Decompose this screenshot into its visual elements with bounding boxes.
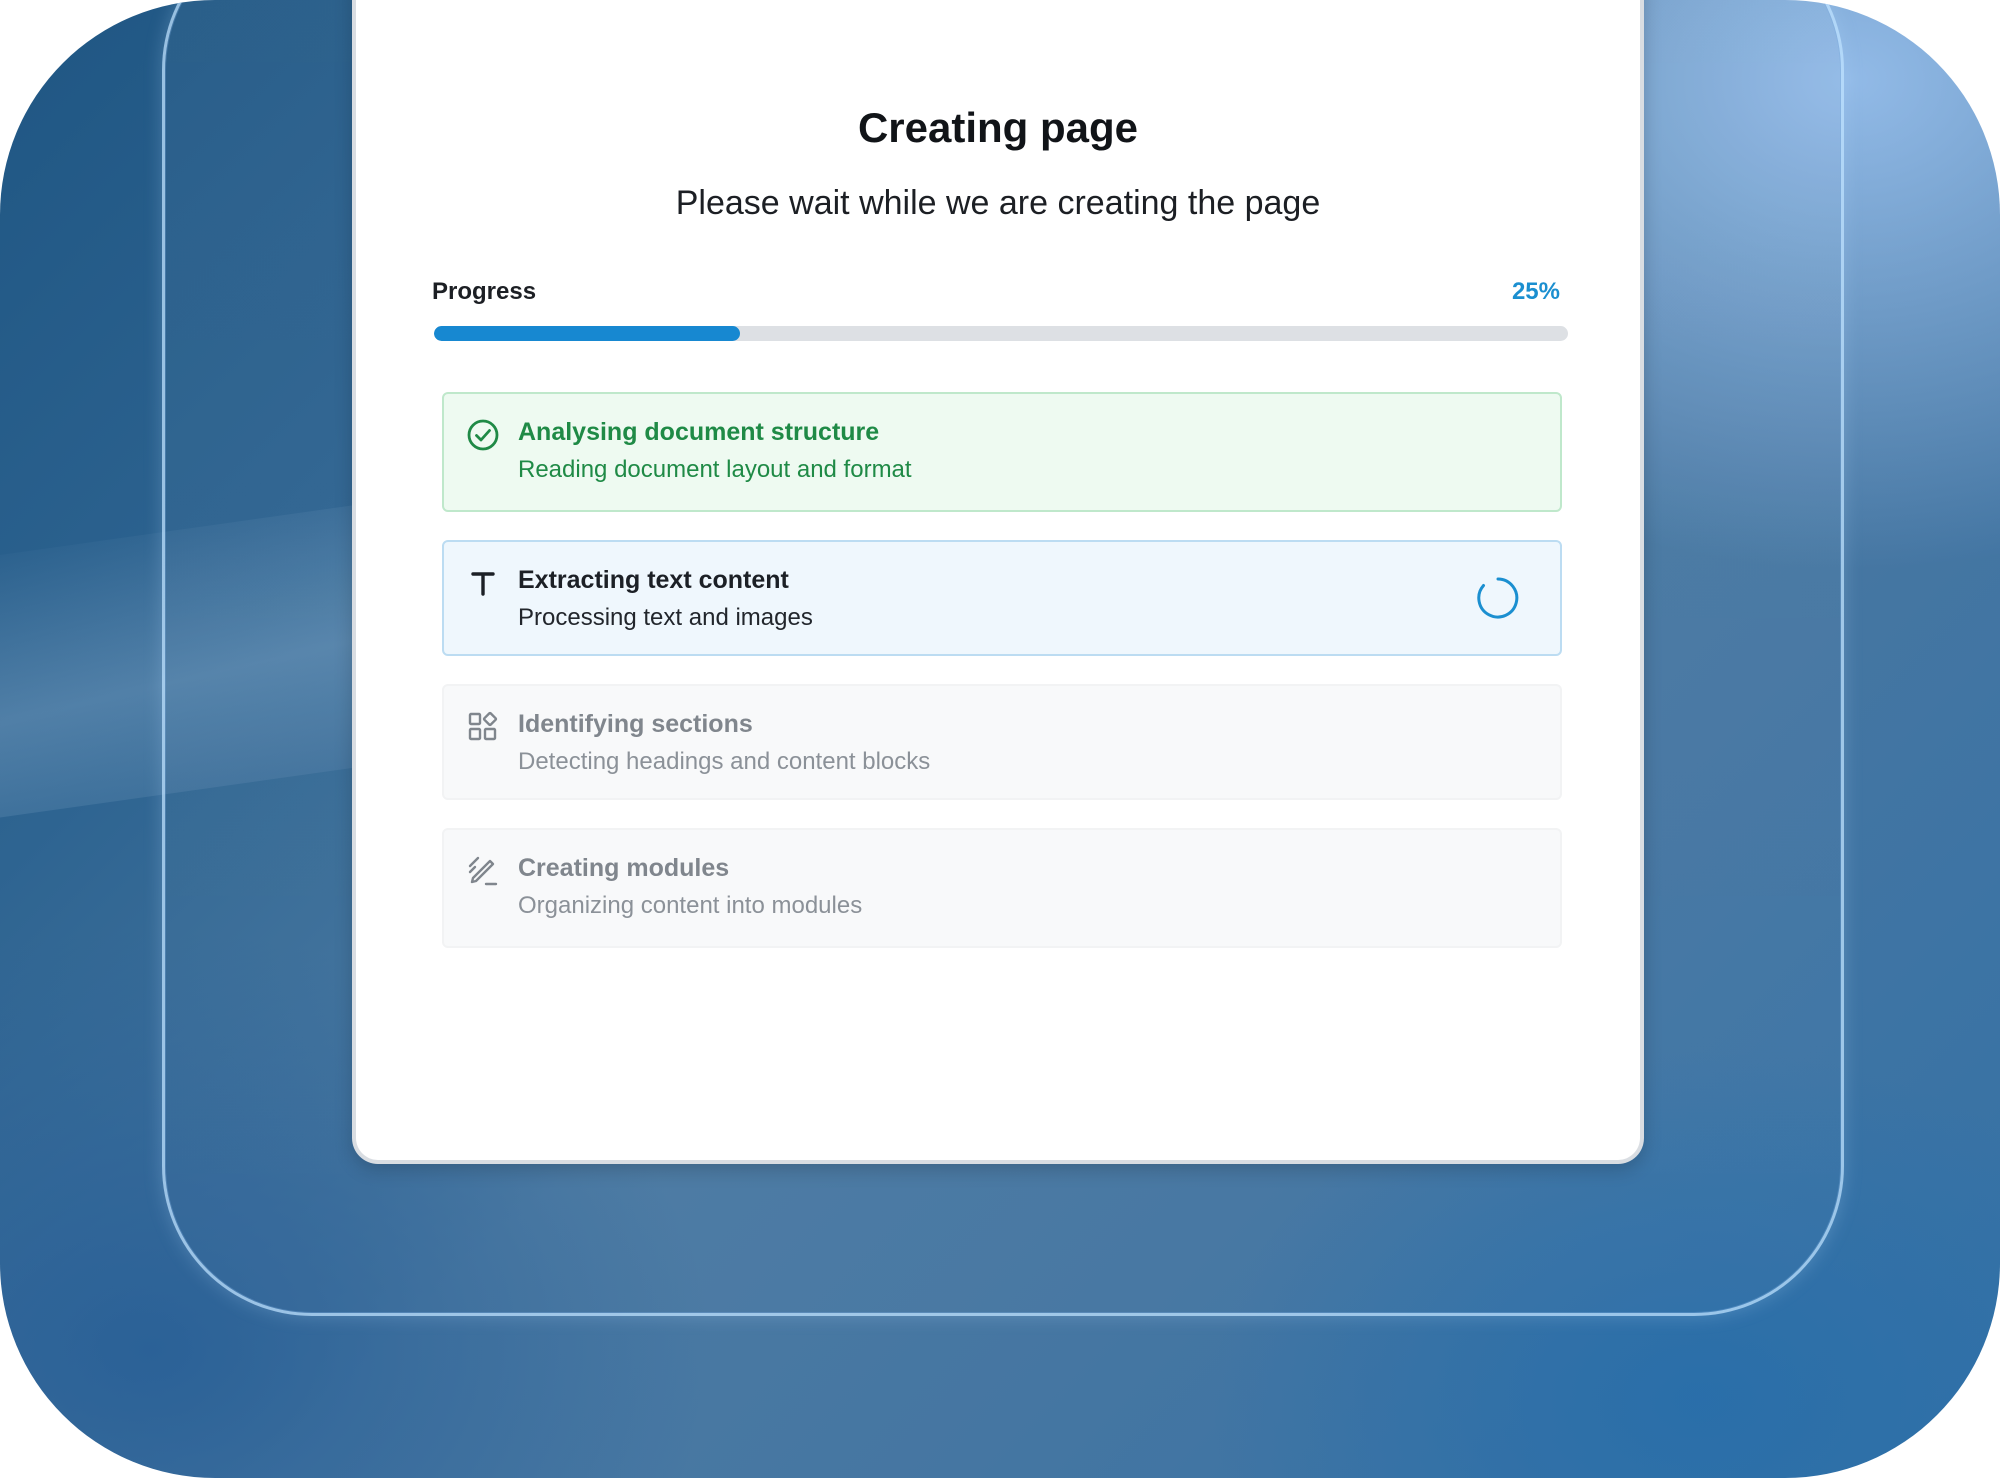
progress-percent: 25% [1511, 278, 1560, 305]
progress-label: Progress [432, 278, 537, 305]
text-icon [471, 572, 495, 596]
step-title: Analysing document structure [518, 418, 880, 446]
step-description: Organizing content into modules [518, 892, 863, 919]
step-identifying-sections: Identifying sections Detecting headings … [442, 684, 1562, 800]
step-description: Processing text and images [518, 604, 813, 631]
app-background: Creating page Please wait while we are c… [0, 0, 2000, 1478]
step-title: Identifying sections [518, 710, 753, 738]
shapes-icon [468, 711, 498, 741]
progress-dialog: Creating page Please wait while we are c… [352, 0, 1644, 1164]
step-extracting-text: Extracting text content Processing text … [442, 540, 1562, 656]
step-description: Detecting headings and content blocks [518, 748, 931, 775]
check-circle-icon [467, 419, 499, 451]
pencil-draw-icon [468, 856, 498, 886]
step-title: Creating modules [518, 854, 730, 882]
dialog-title: Creating page [857, 104, 1139, 151]
progress-bar [434, 326, 1568, 341]
step-title: Extracting text content [518, 566, 789, 594]
step-description: Reading document layout and format [518, 456, 912, 483]
spinner-icon [1477, 577, 1519, 619]
dialog-subtitle: Please wait while we are creating the pa… [675, 184, 1321, 222]
step-creating-modules: Creating modules Organizing content into… [442, 828, 1562, 948]
step-analysing-document: Analysing document structure Reading doc… [442, 392, 1562, 512]
progress-bar-fill [434, 326, 741, 341]
